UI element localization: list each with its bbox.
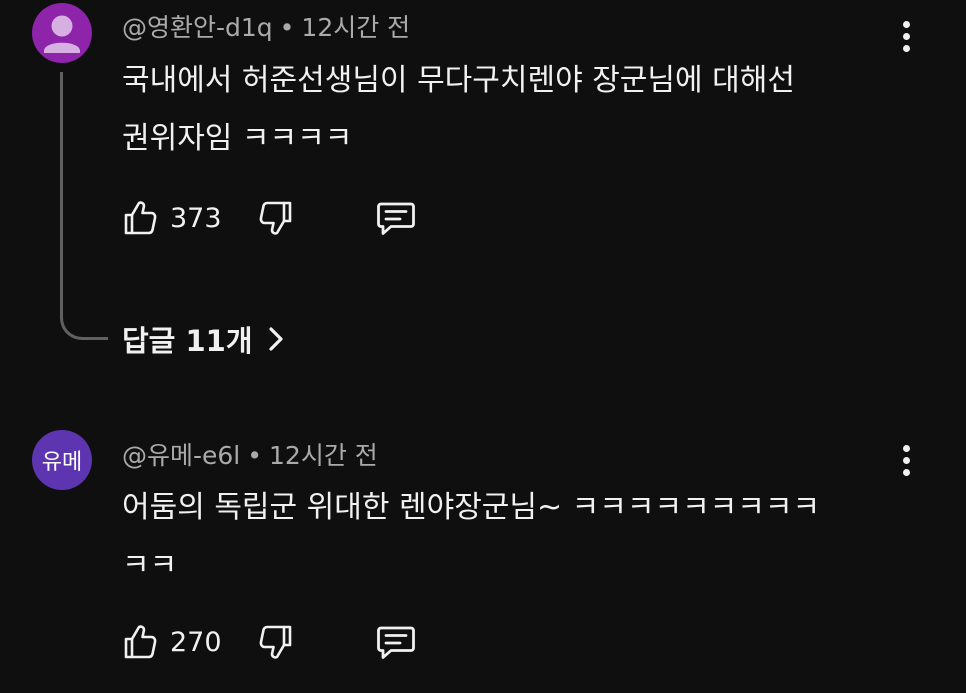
comment-actions: 373 (120, 195, 418, 241)
author-name[interactable]: @유메-e6l (122, 441, 240, 470)
thread-line (60, 72, 108, 340)
like-button[interactable] (120, 622, 160, 662)
comment-1: @영환안-d1q • 12시간 전 국내에서 허준선생님이 무다구치렌야 장군님에 … (0, 0, 966, 380)
thumb-down-icon (259, 201, 292, 235)
reply-button[interactable] (374, 196, 418, 240)
chevron-right-icon (268, 327, 283, 351)
comment-text: 국내에서 허준선생님이 무다구치렌야 장군님에 대해선 권위자임 ㅋㅋㅋㅋ (122, 63, 795, 156)
like-count: 270 (170, 626, 222, 658)
person-icon (44, 15, 80, 53)
reply-comment-icon (377, 626, 415, 659)
replies-label: 답글 11개 (122, 324, 253, 358)
like-count: 373 (170, 202, 222, 234)
timestamp[interactable]: 12시간 전 (269, 441, 378, 470)
comment-meta: @유메-e6l • 12시간 전 (122, 436, 378, 472)
author-name[interactable]: @영환안-d1q (122, 13, 273, 42)
like-button[interactable] (120, 198, 160, 238)
thumb-up-icon (124, 625, 157, 659)
avatar[interactable]: 유메 (32, 430, 92, 490)
comment-text: 어둠의 독립군 위대한 렌야장군님~ ㅋㅋㅋㅋㅋㅋㅋㅋㅋ ㅋㅋ (122, 490, 821, 583)
thumb-up-icon (124, 201, 157, 235)
comment-actions: 270 (120, 619, 418, 665)
dislike-button[interactable] (256, 622, 296, 662)
comments-section: @영환안-d1q • 12시간 전 국내에서 허준선생님이 무다구치렌야 장군님에 … (0, 0, 966, 693)
more-vert-icon[interactable] (893, 440, 919, 480)
comment-meta: @영환안-d1q • 12시간 전 (122, 8, 410, 44)
comment-2: 유메 @유메-e6l • 12시간 전 어둠의 독립군 위대한 렌야장군님~ ㅋㅋㅋ… (0, 420, 966, 693)
avatar-initials: 유메 (41, 450, 83, 475)
thumb-down-icon (259, 625, 292, 659)
reply-comment-icon (377, 202, 415, 235)
more-vert-icon[interactable] (893, 16, 919, 56)
avatar[interactable] (32, 3, 92, 63)
view-replies-button[interactable]: 답글 11개 (122, 318, 285, 360)
meta-separator: • (279, 13, 295, 42)
timestamp[interactable]: 12시간 전 (301, 13, 410, 42)
meta-separator: • (247, 441, 263, 470)
reply-button[interactable] (374, 620, 418, 664)
dislike-button[interactable] (256, 198, 296, 238)
